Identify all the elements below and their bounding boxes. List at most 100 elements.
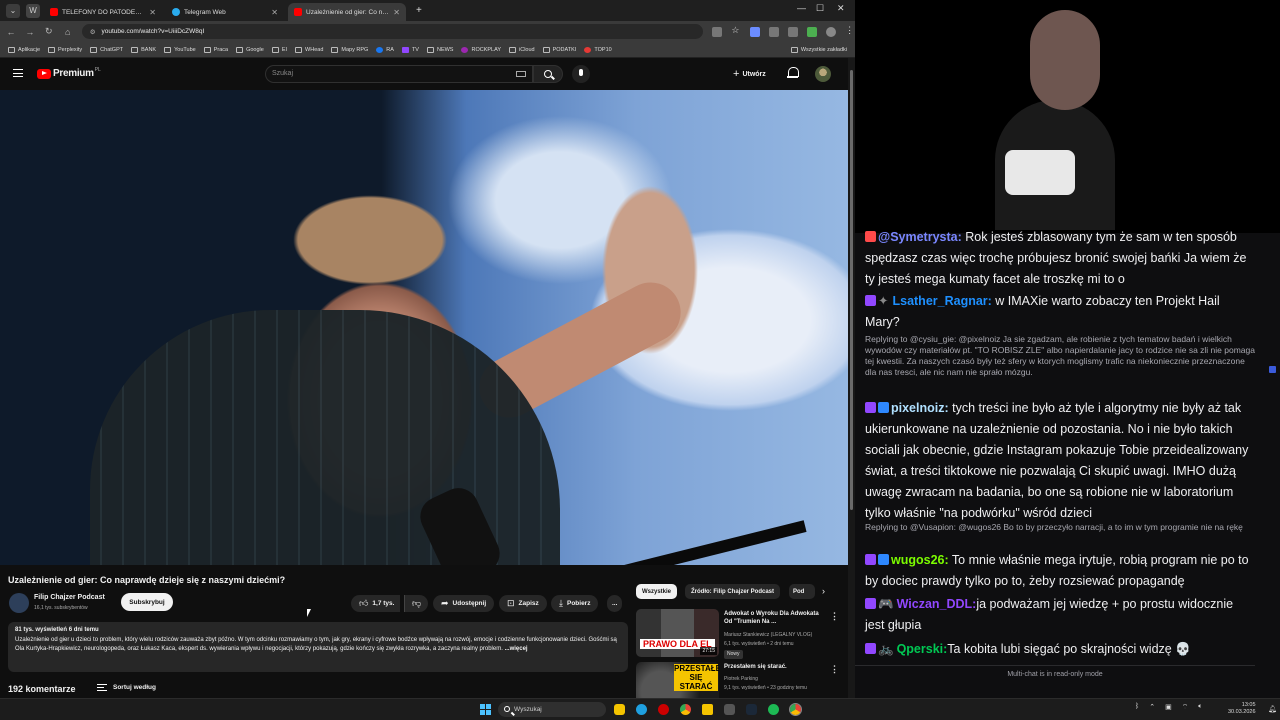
new-tab-button[interactable]: + bbox=[416, 5, 422, 16]
chat-username[interactable]: Wiczan_DDL: bbox=[897, 597, 977, 611]
chip-channel-source[interactable]: Źródło: Filip Chajzer Podcast bbox=[685, 584, 781, 599]
downloads-icon[interactable] bbox=[807, 26, 818, 37]
bookmark-ei[interactable]: EI bbox=[271, 46, 287, 53]
home-icon[interactable]: ⌂ bbox=[60, 27, 76, 37]
sort-comments-button[interactable]: Sortuj według bbox=[97, 684, 156, 691]
more-actions-button[interactable]: ... bbox=[607, 595, 623, 612]
media-icon[interactable] bbox=[788, 26, 799, 37]
bookmark-icloud[interactable]: iCloud bbox=[509, 46, 535, 53]
edge-icon[interactable] bbox=[636, 704, 647, 715]
extension-icon[interactable] bbox=[750, 26, 761, 37]
youtube-premium-logo[interactable]: Premium PL bbox=[37, 67, 101, 79]
taskbar-clock[interactable]: 13:05 30.03.2026 bbox=[1228, 702, 1256, 716]
subscribe-button[interactable]: Subskrybuj bbox=[121, 593, 173, 611]
close-window-icon[interactable]: ✕ bbox=[837, 3, 845, 14]
bookmark-news[interactable]: NEWS bbox=[426, 46, 453, 53]
chevron-up-icon[interactable]: ⌃ bbox=[1149, 703, 1155, 712]
bookmark-podatki[interactable]: PODATKI bbox=[542, 46, 576, 53]
bookmark-google[interactable]: Google bbox=[236, 46, 264, 53]
dislike-button[interactable]: 👎︎ bbox=[404, 595, 429, 612]
chat-username[interactable]: @Symetrysta: bbox=[878, 230, 962, 244]
tab-search-icon[interactable]: ⌄ bbox=[6, 3, 20, 18]
rec-channel-2[interactable]: Piotrek Parking bbox=[724, 676, 758, 683]
chat-username[interactable]: Lsather_Ragnar: bbox=[892, 294, 991, 308]
search-button[interactable] bbox=[533, 65, 563, 83]
hamburger-menu-icon[interactable] bbox=[13, 69, 23, 77]
rec-menu-icon[interactable]: ⋮ bbox=[830, 664, 839, 675]
bookmark-perplexity[interactable]: Perplexity bbox=[48, 46, 82, 53]
bookmark-mapy-rpg[interactable]: Mapy RPG bbox=[331, 46, 368, 53]
file-explorer-icon[interactable] bbox=[614, 704, 625, 715]
tab-telegram[interactable]: Telegram Web ✕ bbox=[166, 3, 284, 21]
close-tab-icon[interactable]: ✕ bbox=[271, 8, 278, 17]
notifications-bell-icon[interactable] bbox=[787, 67, 799, 79]
app-icon[interactable] bbox=[724, 704, 735, 715]
volume-icon[interactable]: 🔈︎ bbox=[1198, 703, 1202, 712]
url-field[interactable]: ⚙ youtube.com/watch?v=UiiiDcZW8qI bbox=[81, 24, 704, 39]
bluetooth-icon[interactable]: ᛒ bbox=[1135, 703, 1139, 712]
search-input[interactable]: Szukaj bbox=[265, 65, 533, 83]
tab-youtube-active[interactable]: Uzależnienie od gier: Co napra ✕ bbox=[288, 3, 406, 21]
all-bookmarks[interactable]: Wszystkie zakładki bbox=[790, 46, 847, 53]
bookmark-aplikacje[interactable]: Aplikacje bbox=[8, 46, 40, 53]
rec-channel-1[interactable]: Mariusz Stankiewicz (LEGALNY VLOG) bbox=[724, 632, 812, 639]
keyboard-icon[interactable] bbox=[516, 71, 526, 77]
description-box[interactable]: 81 tys. wyświetleń 6 dni temu Uzależnien… bbox=[8, 622, 628, 672]
maximize-icon[interactable]: ☐ bbox=[816, 3, 824, 14]
bookmark-whead[interactable]: WHead bbox=[295, 46, 323, 53]
network-icon[interactable]: ⌔ bbox=[1182, 703, 1189, 712]
bookmark-rockplay[interactable]: ROCKPLAY bbox=[461, 46, 501, 53]
menu-kebab-icon[interactable]: ⋮ bbox=[845, 25, 855, 35]
bookmark-bank[interactable]: BANK bbox=[131, 46, 156, 53]
workspace-icon[interactable]: W bbox=[26, 3, 40, 18]
video-player[interactable] bbox=[0, 90, 848, 565]
account-avatar[interactable] bbox=[815, 66, 831, 82]
channel-name[interactable]: Filip Chajzer Podcast bbox=[34, 594, 105, 601]
scrollbar-thumb[interactable] bbox=[850, 70, 853, 510]
rec-title-1[interactable]: Adwokat o Wyroku Dla Adwokata Od "Trumie… bbox=[724, 610, 824, 626]
tray-app-icon[interactable]: ▣ bbox=[1165, 703, 1172, 712]
minimize-icon[interactable]: — bbox=[797, 3, 806, 13]
close-tab-icon[interactable]: ✕ bbox=[149, 8, 156, 17]
rec-thumbnail-1[interactable]: PRAWO DLA EL 27:15 bbox=[636, 609, 719, 657]
chrome-icon[interactable] bbox=[680, 704, 691, 715]
spotify-icon[interactable] bbox=[768, 704, 779, 715]
like-button[interactable]: 👍︎ 1,7 tys. bbox=[351, 595, 401, 612]
chips-next-icon[interactable]: › bbox=[822, 586, 825, 596]
voice-search-mic-icon[interactable] bbox=[572, 65, 590, 83]
save-button[interactable]: ⊡ Zapisz bbox=[499, 595, 547, 612]
notes-icon[interactable] bbox=[702, 704, 713, 715]
opera-icon[interactable] bbox=[658, 704, 669, 715]
chat-username[interactable]: Qperski: bbox=[897, 642, 948, 656]
chat-username[interactable]: pixelnoiz: bbox=[891, 401, 949, 415]
show-more-link[interactable]: ...więcej bbox=[505, 646, 528, 652]
bookmark-ra[interactable]: RA bbox=[376, 46, 394, 53]
download-button[interactable]: ⤓ Pobierz bbox=[551, 595, 599, 612]
bookmark-praca[interactable]: Praca bbox=[203, 46, 228, 53]
profile-icon[interactable] bbox=[826, 26, 837, 37]
extensions-puzzle-icon[interactable] bbox=[769, 26, 780, 37]
chip-all[interactable]: Wszystkie bbox=[636, 584, 678, 599]
back-icon[interactable]: ← bbox=[3, 27, 19, 37]
rec-title-2[interactable]: Przestałem się starać. bbox=[724, 663, 824, 671]
forward-icon[interactable]: → bbox=[22, 27, 38, 37]
notifications-icon[interactable]: 🔔︎ bbox=[1268, 705, 1277, 713]
close-tab-icon[interactable]: ✕ bbox=[393, 8, 400, 17]
steam-icon[interactable] bbox=[746, 704, 757, 715]
chat-username[interactable]: wugos26: bbox=[891, 553, 949, 567]
site-info-icon[interactable]: ⚙ bbox=[90, 28, 96, 36]
reload-icon[interactable]: ↻ bbox=[41, 26, 57, 37]
bookmark-top10[interactable]: TOP10 bbox=[584, 46, 612, 53]
tab-telefony[interactable]: TELEFONY DO PATODEWELOPERÓW ✕ bbox=[44, 3, 162, 21]
create-button[interactable]: + Utwórz bbox=[733, 66, 766, 82]
star-icon[interactable]: ☆ bbox=[731, 25, 741, 35]
bookmark-chatgpt[interactable]: ChatGPT bbox=[90, 46, 123, 53]
channel-avatar[interactable] bbox=[9, 593, 29, 613]
cast-icon[interactable] bbox=[712, 26, 723, 37]
windows-start-icon[interactable] bbox=[480, 704, 491, 715]
bookmark-youtube[interactable]: YouTube bbox=[164, 46, 196, 53]
page-scrollbar[interactable] bbox=[848, 58, 855, 698]
bookmark-tv[interactable]: TV bbox=[401, 46, 419, 53]
rec-menu-icon[interactable]: ⋮ bbox=[830, 611, 839, 622]
chrome-active-icon[interactable] bbox=[789, 703, 802, 716]
